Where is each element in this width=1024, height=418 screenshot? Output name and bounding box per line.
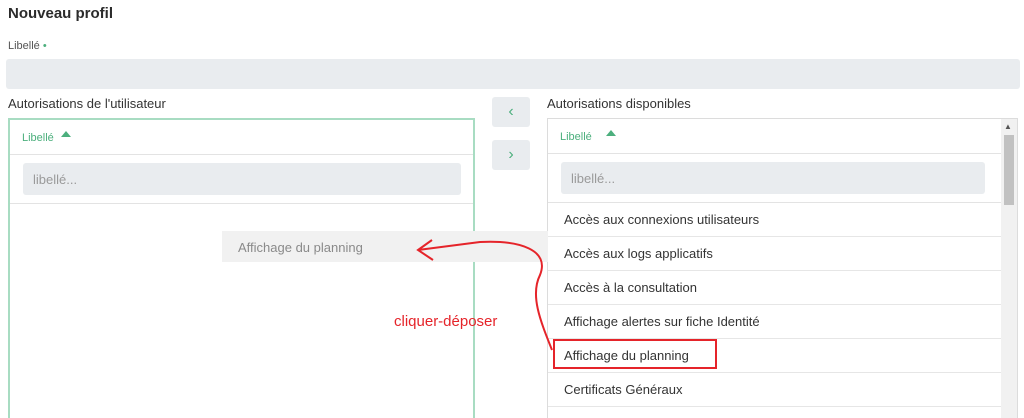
drag-annotation-text: cliquer-déposer [394, 313, 498, 330]
highlight-box [553, 339, 717, 369]
drag-arrow-annotation [416, 239, 553, 351]
